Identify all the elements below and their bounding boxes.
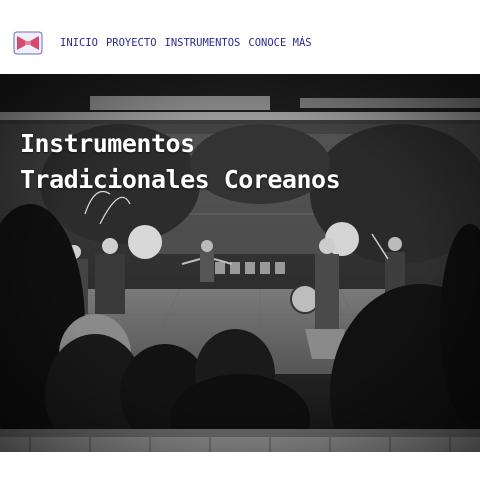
- hero-title-line2: Tradicionales Coreanos: [20, 165, 341, 195]
- nav-link-instrumentos[interactable]: INSTRUMENTOS: [165, 37, 241, 49]
- main-nav: INICIO PROYECTO INSTRUMENTOS CONOCE MÁS: [60, 37, 312, 49]
- nav-link-inicio[interactable]: INICIO: [60, 37, 98, 49]
- site-header: INICIO PROYECTO INSTRUMENTOS CONOCE MÁS: [0, 0, 480, 80]
- hero-banner: Instrumentos Tradicionales Coreanos: [0, 74, 480, 452]
- nav-link-conoce-mas[interactable]: CONOCE MÁS: [248, 37, 311, 49]
- janggu-drum-icon[interactable]: [13, 31, 43, 55]
- hero-title-line1: Instrumentos: [20, 129, 195, 158]
- hero-title: Instrumentos Tradicionales Coreanos: [20, 126, 341, 199]
- nav-link-proyecto[interactable]: PROYECTO: [106, 37, 157, 49]
